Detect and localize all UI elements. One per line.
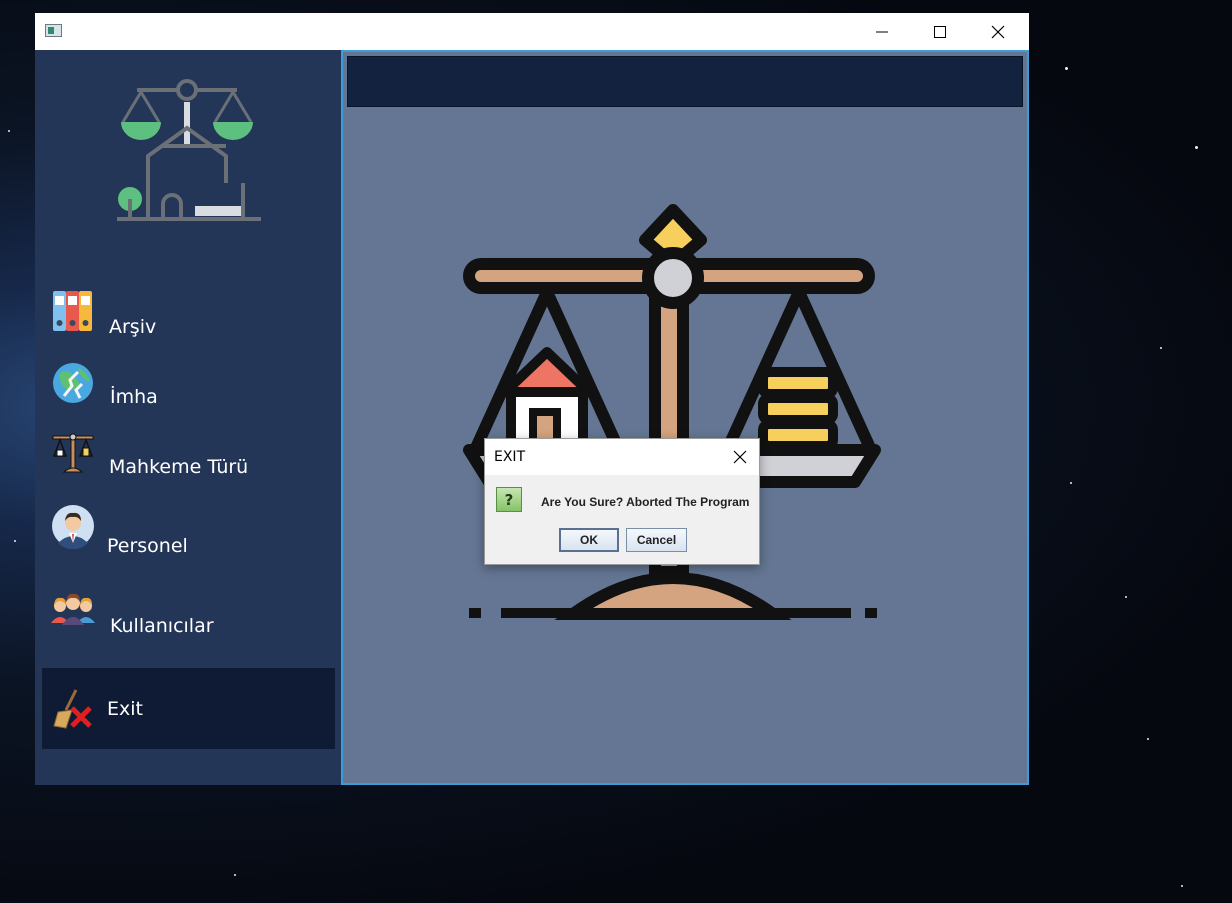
sidebar: Arşiv İmha Mahkeme Türü Personel Kullanı… — [35, 50, 341, 785]
sidebar-item-label: Arşiv — [109, 316, 157, 338]
dialog-message: Are You Sure? Aborted The Program — [541, 495, 750, 509]
person-icon — [52, 505, 94, 549]
header-bar — [347, 56, 1023, 107]
star — [1065, 67, 1068, 70]
sidebar-item-label: Personel — [107, 535, 188, 557]
dialog-title-bar: EXIT — [485, 439, 759, 475]
star — [1181, 885, 1183, 887]
maximize-icon — [934, 25, 946, 38]
star — [1125, 596, 1127, 598]
exit-dialog: EXIT ? Are You Sure? Aborted The Program… — [484, 438, 760, 565]
maximize-button[interactable] — [911, 13, 969, 50]
question-icon: ? — [496, 487, 522, 512]
sidebar-item-mahkeme-turu[interactable]: Mahkeme Türü — [42, 418, 335, 488]
app-window: Arşiv İmha Mahkeme Türü Personel Kullanı… — [35, 13, 1029, 785]
broom-cross-icon — [53, 689, 92, 729]
close-icon — [733, 450, 747, 464]
sidebar-item-label: Kullanıcılar — [110, 615, 214, 637]
justice-house-logo — [117, 79, 261, 221]
sidebar-item-arsiv[interactable]: Arşiv — [42, 278, 335, 348]
minimize-button[interactable] — [853, 13, 911, 50]
close-button[interactable] — [969, 13, 1027, 50]
dialog-close-button[interactable] — [727, 445, 753, 469]
sidebar-item-kullanicilar[interactable]: Kullanıcılar — [42, 578, 335, 648]
ok-button[interactable]: OK — [559, 528, 619, 552]
sidebar-item-personel[interactable]: Personel — [42, 498, 335, 568]
minimize-icon — [876, 31, 888, 32]
star — [1147, 738, 1149, 740]
star — [8, 130, 10, 132]
star — [1195, 146, 1198, 149]
title-bar — [35, 13, 1029, 50]
sidebar-item-imha[interactable]: İmha — [42, 348, 335, 418]
users-icon — [51, 593, 95, 625]
shredded-globe-icon — [53, 363, 93, 403]
star — [1070, 482, 1072, 484]
star — [14, 540, 16, 542]
scale-icon — [52, 433, 94, 473]
star — [234, 874, 236, 876]
main-panel — [341, 50, 1029, 785]
sidebar-item-exit[interactable]: Exit — [42, 668, 335, 749]
binders-icon — [53, 291, 92, 331]
sidebar-item-label: Mahkeme Türü — [109, 456, 249, 478]
app-icon — [45, 24, 62, 37]
dialog-title: EXIT — [494, 449, 526, 465]
sidebar-item-label: İmha — [110, 386, 158, 408]
sidebar-item-label: Exit — [107, 698, 143, 720]
star — [1160, 347, 1162, 349]
cancel-button[interactable]: Cancel — [626, 528, 687, 552]
close-icon — [991, 25, 1005, 38]
